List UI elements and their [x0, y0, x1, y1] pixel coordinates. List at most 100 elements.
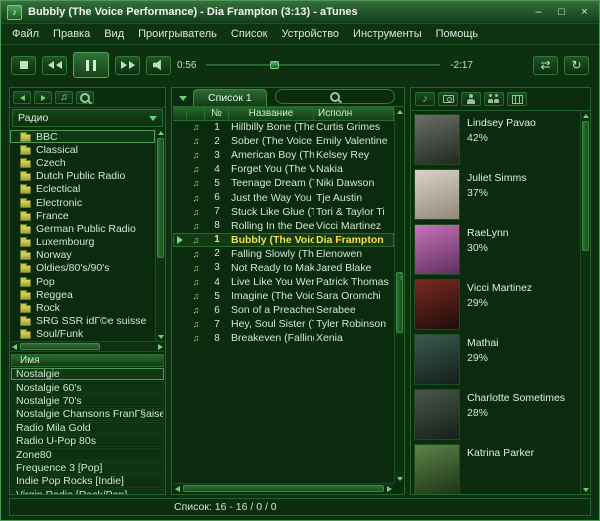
station-item[interactable]: Nostalgie 70's — [11, 394, 164, 408]
progress-slider[interactable] — [206, 59, 441, 71]
station-item[interactable]: Indie Pop Rocks [Indie] — [11, 475, 164, 488]
table-row[interactable]: 8Breakeven (Falling to Piec...Xenia — [173, 331, 394, 345]
folder-item[interactable]: German Public Radio — [10, 222, 155, 235]
scroll-up-button[interactable] — [395, 107, 404, 116]
scroll-thumb[interactable] — [582, 121, 589, 251]
menu-view[interactable]: Вид — [97, 26, 131, 42]
folder-item[interactable]: BBC — [10, 130, 155, 144]
folder-item[interactable]: Dutch Public Radio — [10, 170, 155, 183]
tab-artist[interactable] — [461, 92, 481, 106]
artist-card[interactable]: Mathai 29% — [414, 334, 578, 389]
table-row[interactable]: 1Hillbilly Bone (The Voice ...Curtis Gri… — [173, 120, 394, 134]
table-row[interactable]: 6Just the Way You Are (Th...Tje Austin — [173, 190, 394, 204]
source-selector[interactable]: Радио — [12, 109, 163, 127]
folder-item[interactable]: Czech — [10, 156, 155, 169]
column-header-artist[interactable]: Исполн — [314, 107, 394, 120]
nav-music-button[interactable]: ♫ — [55, 91, 73, 104]
table-row[interactable]: 8Rolling In the Deep (The ...Vicci Marti… — [173, 219, 394, 233]
menu-tools[interactable]: Инструменты — [346, 26, 429, 42]
previous-button[interactable] — [42, 55, 67, 75]
playlist-vertical-scrollbar[interactable]: ⋮ — [394, 107, 405, 483]
artist-card[interactable]: Vicci Martinez 29% — [414, 279, 578, 334]
scroll-thumb[interactable] — [20, 343, 100, 350]
station-item[interactable]: Virgin Radio [Rock/Pop] — [11, 488, 164, 494]
station-item[interactable]: Radio U-Pop 80s — [11, 434, 164, 448]
scroll-down-button[interactable] — [156, 332, 165, 341]
station-item[interactable]: Nostalgie 60's — [11, 381, 164, 394]
table-row[interactable]: 4Forget You (The Voice Pe...Nakia — [173, 162, 394, 176]
scroll-thumb[interactable] — [157, 138, 164, 258]
column-header-title[interactable]: Название — [229, 107, 314, 120]
folder-item[interactable]: Eclectical — [10, 183, 155, 196]
station-item[interactable]: Radio Mila Gold — [11, 421, 164, 434]
menu-player[interactable]: Проигрыватель — [131, 26, 224, 42]
table-row[interactable]: 4Live Like You Were Dying ...Patrick Tho… — [173, 275, 394, 289]
menu-help[interactable]: Помощь — [429, 26, 486, 42]
scroll-left-button[interactable] — [10, 342, 19, 351]
column-header-indicator[interactable] — [173, 107, 187, 120]
playlist-tab[interactable]: Список 1 — [193, 89, 267, 106]
table-row[interactable]: 2Sober (The Voice Perform...Emily Valent… — [173, 134, 394, 148]
folder-item[interactable]: Classical — [10, 143, 155, 156]
table-row[interactable]: 6Son of a Preacher Man (T...Serabee — [173, 303, 394, 317]
station-item[interactable]: Zone80 — [11, 448, 164, 461]
tree-horizontal-scrollbar[interactable] — [10, 342, 165, 352]
scroll-left-button[interactable] — [173, 484, 182, 493]
nav-search-button[interactable] — [76, 91, 94, 104]
nav-back-button[interactable] — [13, 91, 31, 104]
column-header-icon[interactable] — [187, 107, 205, 120]
folder-item[interactable]: Soul/Funk — [10, 328, 155, 341]
scroll-right-button[interactable] — [385, 484, 394, 493]
artist-card[interactable]: Juliet Simms 37% — [414, 169, 578, 224]
menu-playlist[interactable]: Список — [224, 26, 275, 42]
tab-album[interactable] — [438, 92, 458, 106]
scroll-right-button[interactable] — [156, 342, 165, 351]
tab-menu-button[interactable] — [177, 92, 189, 104]
minimize-button[interactable]: – — [530, 5, 547, 20]
folder-item[interactable]: Reggea — [10, 288, 155, 301]
tab-similar-artists[interactable] — [484, 92, 504, 106]
maximize-button[interactable]: □ — [553, 5, 570, 20]
table-row[interactable]: 7Hey, Soul Sister (The Voic...Tyler Robi… — [173, 317, 394, 331]
next-button[interactable] — [115, 55, 140, 75]
tree-vertical-scrollbar[interactable] — [155, 128, 165, 341]
folder-item[interactable]: Rock — [10, 301, 155, 314]
artist-card[interactable]: RaeLynn 30% — [414, 224, 578, 279]
nav-forward-button[interactable] — [34, 91, 52, 104]
station-item[interactable]: Nostalgie Chansons FranГ§aises — [11, 408, 164, 421]
scroll-down-button[interactable] — [581, 485, 590, 494]
title-bar[interactable]: ♪ Bubbly (The Voice Performance) - Dia F… — [1, 1, 599, 24]
playlist-horizontal-scrollbar[interactable] — [173, 483, 394, 493]
table-row[interactable]: 7Stuck Like Glue (The Voic...Tori & Tayl… — [173, 205, 394, 219]
menu-file[interactable]: Файл — [5, 26, 46, 42]
scroll-down-button[interactable] — [395, 474, 404, 483]
folder-item[interactable]: SRG SSR idГ©e suisse — [10, 315, 155, 328]
folder-item[interactable]: Oldies/80's/90's — [10, 262, 155, 275]
artist-card[interactable]: Lindsey Pavao 42% — [414, 114, 578, 169]
stations-column-header[interactable]: Имя — [11, 354, 164, 367]
folder-item[interactable]: Electronic — [10, 196, 155, 209]
scroll-up-button[interactable] — [581, 111, 590, 120]
menu-edit[interactable]: Правка — [46, 26, 97, 42]
scroll-thumb[interactable]: ⋮ — [396, 272, 405, 333]
progress-thumb[interactable] — [270, 61, 280, 69]
tab-song-info[interactable]: ♪ — [415, 92, 435, 106]
stop-button[interactable] — [11, 55, 36, 75]
volume-button[interactable] — [146, 55, 171, 75]
progress-track[interactable] — [206, 64, 441, 67]
table-row[interactable]: 5Teenage Dream (The Voic...Niki Dawson — [173, 176, 394, 190]
table-row[interactable]: 3American Boy (The Voice ...Kelsey Rey — [173, 148, 394, 162]
artist-card[interactable]: Katrina Parker — [414, 444, 578, 494]
tab-table[interactable] — [507, 92, 527, 106]
folder-item[interactable]: Norway — [10, 249, 155, 262]
menu-device[interactable]: Устройство — [274, 26, 346, 42]
artist-card[interactable]: Charlotte Sometimes 28% — [414, 389, 578, 444]
repeat-button[interactable]: ↻ — [564, 55, 589, 75]
scroll-up-button[interactable] — [156, 128, 165, 137]
table-row[interactable]: 3Not Ready to Make Nice (...Jared Blake — [173, 261, 394, 275]
shuffle-button[interactable]: ⇄ — [533, 55, 558, 75]
play-pause-button[interactable] — [73, 52, 109, 78]
folder-item[interactable]: Pop — [10, 275, 155, 288]
column-header-number[interactable]: № — [205, 107, 229, 120]
table-row-playing[interactable]: 1Bubbly (The Voice Perfo...Dia Frampton — [173, 232, 394, 247]
